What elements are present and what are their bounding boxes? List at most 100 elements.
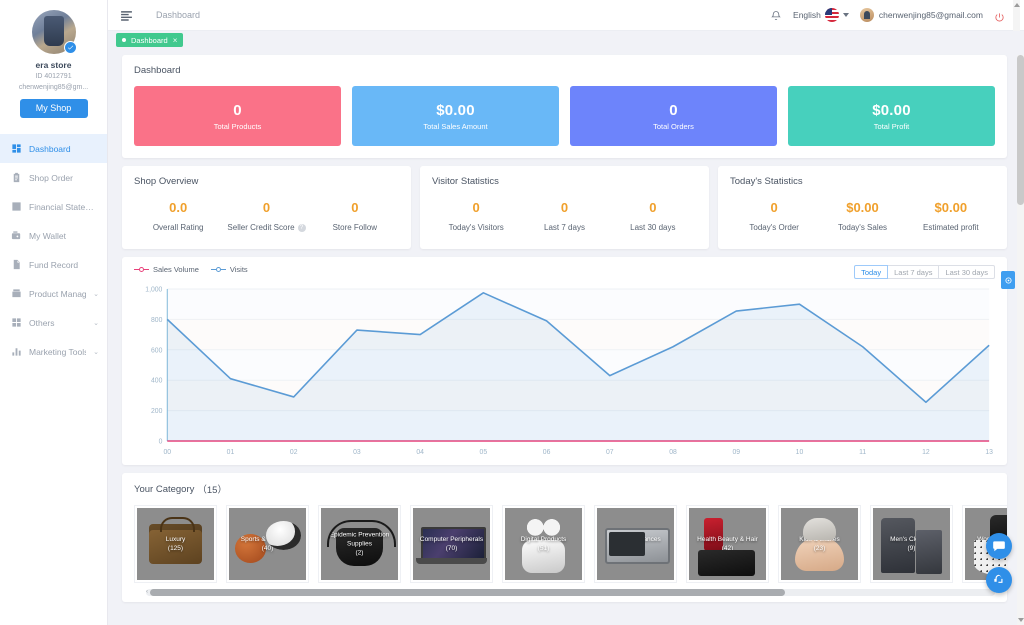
stat-label-wrap: Today's Sales — [838, 223, 887, 232]
category-caption: Epidemic Prevention Supplies (2) — [321, 531, 398, 558]
category-item-count: (40) — [261, 545, 274, 552]
notification-bell-icon[interactable] — [770, 9, 782, 21]
category-caption: Kids & Babies (23) — [781, 535, 858, 553]
stat-value: 0 — [560, 200, 569, 215]
category-strip[interactable]: Luxury (125) Sports & Outdoors (40) Epidemic… — [134, 505, 1007, 583]
stat-value: 0 — [770, 200, 778, 215]
sidebar-item-shop-order[interactable]: Shop Order — [0, 163, 107, 192]
sidebar-item-marketing-tools[interactable]: Marketing Tools ⌄ — [0, 337, 107, 366]
topbar-right: English chenwenjing85@gmail.com — [770, 8, 1013, 22]
legend-item-visits[interactable]: Visits — [210, 265, 248, 274]
kpi-card-total-orders[interactable]: 0 Total Orders — [570, 86, 777, 146]
tab-close-icon[interactable]: × — [173, 36, 178, 45]
stat-value: 0 — [472, 200, 480, 215]
category-item-count: (2) — [355, 549, 364, 557]
category-tile[interactable]: Digital Products (51) — [502, 505, 585, 583]
scrollbar-down-arrow[interactable] — [1018, 618, 1024, 622]
svg-text:03: 03 — [353, 449, 361, 456]
shop-overview-items: 0.0 Overall Rating 0 Seller Credit Score? 0 S… — [134, 199, 399, 235]
page-scrollbar[interactable] — [1017, 55, 1024, 625]
sidebar-item-financial-state[interactable]: Financial State… — [0, 192, 107, 221]
category-thumbnail-image: Epidemic Prevention Supplies (2) — [321, 508, 398, 580]
category-thumbnail-image: Kids & Babies (23) — [781, 508, 858, 580]
category-tile[interactable]: Sports & Outdoors (40) — [226, 505, 309, 583]
language-selector[interactable]: English — [793, 8, 849, 22]
box-icon — [11, 288, 22, 299]
range-button-today[interactable]: Today — [854, 265, 889, 279]
sidebar-nav: Dashboard Shop Order Financial State… My Wa… — [0, 134, 107, 366]
scrollbar-thumb[interactable] — [150, 589, 785, 596]
document-icon — [11, 259, 22, 270]
kpi-label: Total Sales Amount — [423, 121, 488, 131]
category-name: Computer Peripherals — [419, 536, 484, 543]
svg-text:12: 12 — [922, 449, 930, 456]
range-button-last-30-days[interactable]: Last 30 days — [939, 265, 995, 279]
category-thumbnail-image: Health Beauty & Hair (42) — [689, 508, 766, 580]
stat-estimated-profit: $0.00 Estimated profit — [907, 199, 995, 235]
category-tile[interactable]: Men's Clothing (9) — [870, 505, 953, 583]
kpi-value: 0 — [669, 101, 678, 119]
clipboard-icon — [11, 172, 22, 183]
legend-label: Visits — [229, 265, 248, 274]
main-area: Dashboard English chenwenjing85@gmail.co… — [108, 0, 1024, 625]
scrollbar-up-arrow[interactable] — [1013, 0, 1020, 31]
sidebar-item-my-wallet[interactable]: My Wallet — [0, 221, 107, 250]
category-thumbnail-image: Digital Products (51) — [505, 508, 582, 580]
stat-last-7-days: 0 Last 7 days — [520, 199, 608, 235]
svg-text:09: 09 — [732, 449, 740, 456]
svg-text:13: 13 — [985, 449, 993, 456]
chart-range-buttons: Today Last 7 days Last 30 days — [854, 265, 995, 279]
stat-today-s-sales: $0.00 Today's Sales — [818, 199, 906, 235]
category-tile[interactable]: Health Beauty & Hair (42) — [686, 505, 769, 583]
dashboard-icon — [11, 143, 22, 154]
todays-statistics-items: 0 Today's Order $0.00 Today's Sales $0.00 Est… — [730, 199, 995, 235]
user-menu[interactable]: chenwenjing85@gmail.com — [859, 8, 983, 22]
logout-power-icon[interactable] — [994, 10, 1005, 21]
stat-value: 0 — [262, 200, 271, 215]
legend-item-sales-volume[interactable]: Sales Volume — [134, 265, 199, 274]
svg-text:06: 06 — [543, 449, 551, 456]
stat-label: Today's Order — [749, 223, 799, 232]
range-button-last-7-days[interactable]: Last 7 days — [888, 265, 940, 279]
stat-value: $0.00 — [846, 200, 879, 215]
category-tile[interactable]: Luxury (125) — [134, 505, 217, 583]
my-shop-button[interactable]: My Shop — [19, 99, 88, 118]
sidebar-item-dashboard[interactable]: Dashboard — [0, 134, 107, 163]
category-title: Your Category — [134, 483, 195, 495]
category-tile[interactable]: Computer Peripherals (70) — [410, 505, 493, 583]
sidebar-item-label: My Wallet — [29, 230, 66, 241]
menu-toggle-icon[interactable] — [120, 8, 134, 22]
visitor-statistics-items: 0 Today's Visitors 0 Last 7 days 0 Last 30 da… — [432, 199, 697, 235]
scroll-left-arrow-icon[interactable]: ‹ — [146, 589, 148, 596]
sidebar-item-fund-record[interactable]: Fund Record — [0, 250, 107, 279]
category-tile[interactable]: Home Appliances (1) — [594, 505, 677, 583]
store-name: era store — [35, 60, 72, 70]
category-name: Epidemic Prevention Supplies — [329, 531, 390, 548]
support-float-button[interactable] — [986, 567, 1012, 593]
todays-statistics-title: Today's Statistics — [730, 176, 803, 187]
content-scroll-area: Dashboard 0 Total Products $0.00 Total Sale… — [108, 49, 1024, 625]
feedback-side-tab[interactable] — [1001, 271, 1015, 289]
page-scrollbar-thumb[interactable] — [1017, 55, 1024, 205]
sidebar-item-product-manag[interactable]: Product Manag… ⌄ — [0, 279, 107, 308]
kpi-label: Total Products — [213, 121, 262, 131]
dashboard-kpi-card: Dashboard 0 Total Products $0.00 Total Sale… — [122, 55, 1007, 158]
svg-text:00: 00 — [163, 449, 171, 456]
stat-label: Last 30 days — [630, 223, 676, 232]
kpi-card-total-products[interactable]: 0 Total Products — [134, 86, 341, 146]
tab-dashboard[interactable]: Dashboard × — [116, 33, 184, 47]
svg-text:07: 07 — [606, 449, 614, 456]
help-info-icon[interactable]: ? — [297, 223, 306, 232]
kpi-card-total-sales-amount[interactable]: $0.00 Total Sales Amount — [352, 86, 559, 146]
kpi-card-total-profit[interactable]: $0.00 Total Profit — [788, 86, 995, 146]
stat-label-wrap: Estimated profit — [923, 223, 979, 232]
stat-value: 0 — [649, 200, 657, 215]
avatar[interactable] — [31, 10, 77, 54]
stat-label: Today's Visitors — [448, 223, 504, 232]
sidebar-item-others[interactable]: Others ⌄ — [0, 308, 107, 337]
category-tile[interactable]: Kids & Babies (23) — [778, 505, 861, 583]
category-horizontal-scrollbar[interactable]: ‹ — [146, 589, 995, 596]
visitor-statistics-title: Visitor Statistics — [432, 176, 499, 187]
chat-float-button[interactable] — [986, 533, 1012, 559]
category-tile[interactable]: Epidemic Prevention Supplies (2) — [318, 505, 401, 583]
